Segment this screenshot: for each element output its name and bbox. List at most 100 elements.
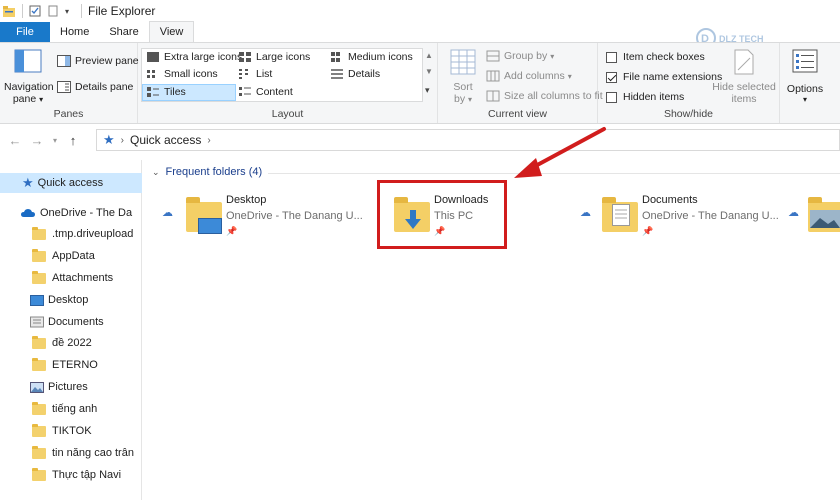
sidebar-item-label: Quick access — [37, 177, 104, 189]
folder-icon — [32, 357, 46, 371]
hidden-items-checkbox[interactable] — [606, 91, 617, 103]
sidebar-item-label: .tmp.driveupload — [52, 228, 134, 240]
sidebar-item-quick-access[interactable]: ★ Quick access — [0, 173, 142, 193]
sidebar-item-thuc-tap-navi[interactable]: Thực tập Navi — [0, 465, 142, 485]
pin-icon: 📌 — [642, 226, 654, 236]
window-title: File Explorer — [88, 4, 156, 18]
sidebar-item-label: TIKTOK — [52, 425, 92, 437]
navigation-pane-icon — [14, 49, 42, 73]
tab-file[interactable]: File — [0, 22, 50, 42]
layout-scroll-down-icon[interactable]: ▼ — [425, 67, 433, 76]
add-columns-label: Add columns — [504, 70, 565, 82]
medium-icons-label: Medium icons — [348, 51, 413, 63]
current-view-group: Sort by ▾ Group by ▾ Add columns ▾ Size al… — [438, 43, 603, 123]
forward-arrow-icon[interactable]: → — [26, 133, 48, 148]
group-by-icon — [486, 50, 500, 62]
breadcrumb-separator-icon: › — [120, 134, 124, 146]
content-option[interactable]: Content — [238, 86, 293, 98]
folder-tile-documents[interactable]: ☁ Documents OneDrive - The Danang U... 📌 — [578, 190, 783, 246]
address-bar[interactable]: ★ › Quick access › — [96, 129, 840, 151]
medium-icons-option[interactable]: Medium icons — [330, 51, 413, 63]
list-option[interactable]: List — [238, 68, 272, 80]
add-columns-button[interactable]: Add columns ▾ — [486, 70, 572, 82]
up-arrow-icon[interactable]: ↑ — [62, 133, 84, 148]
details-label: Details — [348, 68, 381, 80]
folder-icon — [32, 270, 46, 284]
preview-pane-label: Preview pane — [75, 55, 139, 67]
size-all-columns-button[interactable]: Size all columns to fit — [486, 90, 603, 102]
sidebar-item-attachments[interactable]: Attachments — [0, 268, 142, 288]
layout-expand-icon[interactable]: ▾ — [425, 85, 430, 96]
item-check-boxes-toggle[interactable]: Item check boxes — [606, 51, 705, 63]
hidden-items-toggle[interactable]: Hidden items — [606, 91, 684, 103]
folder-icon — [32, 423, 46, 437]
show-hide-group: Item check boxes File name extensions Hi… — [598, 43, 780, 123]
separator — [81, 4, 83, 18]
navigation-bar: ← → ▾ ↑ ★ › Quick access › — [0, 128, 840, 152]
details-pane-icon — [57, 81, 71, 93]
content-label: Content — [256, 86, 293, 98]
group-by-button[interactable]: Group by ▾ — [486, 50, 554, 62]
sidebar-item-tin-nang-cao[interactable]: tin năng cao trân — [0, 443, 142, 463]
pin-icon: 📌 — [226, 226, 238, 236]
details-pane-button[interactable]: Details pane — [57, 81, 133, 93]
item-check-boxes-checkbox[interactable] — [606, 51, 617, 63]
chevron-down-icon: ⌄ — [152, 166, 160, 177]
file-explorer-icon — [3, 6, 15, 17]
details-option[interactable]: Details — [330, 68, 380, 80]
breadcrumb-quick-access[interactable]: Quick access — [130, 133, 201, 147]
extra-large-icons-label: Extra large icons — [164, 51, 243, 63]
sidebar-item-label: Pictures — [48, 381, 88, 393]
sidebar-item-eterno[interactable]: ETERNO — [0, 355, 142, 375]
new-folder-icon[interactable] — [47, 5, 59, 17]
sort-by-button[interactable]: Sort by ▾ — [446, 47, 480, 107]
annotation-arrow-icon — [514, 127, 606, 178]
folder-tile-pictures[interactable]: ☁ — [786, 190, 840, 246]
folder-tile-desktop[interactable]: ☁ Desktop OneDrive - The Danang U... 📌 — [160, 190, 375, 246]
recent-locations-icon[interactable]: ▾ — [48, 136, 62, 145]
panes-group: Navigation pane ▾ Preview pane Details p… — [0, 43, 139, 123]
file-name-extensions-toggle[interactable]: File name extensions — [606, 71, 722, 83]
preview-pane-button[interactable]: Preview pane — [57, 55, 139, 67]
tiles-option[interactable]: Tiles — [146, 86, 186, 98]
sidebar-item-tieng-anh[interactable]: tiếng anh — [0, 399, 142, 419]
sidebar-item-label: AppData — [52, 250, 95, 262]
details-pane-label: Details pane — [75, 81, 134, 93]
quick-access-dropdown-icon[interactable]: ▾ — [65, 7, 69, 16]
properties-icon[interactable] — [29, 5, 41, 17]
large-icons-label: Large icons — [256, 51, 311, 63]
layout-scroll-up-icon[interactable]: ▲ — [425, 51, 433, 60]
separator — [22, 4, 23, 18]
small-icons-option[interactable]: Small icons — [146, 68, 218, 80]
tab-view[interactable]: View — [148, 21, 195, 42]
tab-home[interactable]: Home — [50, 22, 99, 42]
sidebar-item-desktop[interactable]: Desktop — [0, 290, 142, 310]
ribbon: Navigation pane ▾ Preview pane Details p… — [0, 42, 840, 124]
frequent-folders-header[interactable]: ⌄ Frequent folders (4) — [152, 166, 262, 178]
sidebar-item-documents[interactable]: Documents — [0, 312, 142, 332]
file-name-extensions-checkbox[interactable] — [606, 71, 617, 83]
item-check-boxes-label: Item check boxes — [623, 51, 705, 63]
back-arrow-icon[interactable]: ← — [4, 133, 26, 148]
folder-name: Documents — [642, 194, 698, 206]
large-icons-option[interactable]: Large icons — [238, 51, 310, 63]
sidebar-item-onedrive[interactable]: OneDrive - The Da — [0, 203, 142, 223]
sidebar-item-pictures[interactable]: Pictures — [0, 377, 142, 397]
sidebar-item-tiktok[interactable]: TIKTOK — [0, 421, 142, 441]
chevron-down-icon: ▾ — [39, 95, 44, 104]
sidebar-item-de-2022[interactable]: đề 2022 — [0, 333, 142, 353]
large-icons-icon — [239, 52, 251, 62]
folder-icon — [32, 401, 46, 415]
documents-icon — [30, 316, 44, 328]
hide-selected-items-button[interactable]: Hide selected items — [712, 47, 776, 107]
navigation-pane-button[interactable]: Navigation pane ▾ — [4, 47, 54, 107]
extra-large-icons-option[interactable]: Extra large icons — [146, 51, 242, 63]
onedrive-icon — [21, 209, 35, 217]
sidebar-item-appdata[interactable]: AppData — [0, 246, 142, 266]
folder-icon — [32, 467, 46, 481]
tab-share[interactable]: Share — [99, 22, 148, 42]
sidebar-item-tmp[interactable]: .tmp.driveupload — [0, 224, 142, 244]
options-button[interactable]: Options ▾ — [782, 47, 828, 107]
hide-selected-label-2: items — [731, 93, 757, 105]
cloud-status-icon: ☁ — [580, 207, 591, 219]
